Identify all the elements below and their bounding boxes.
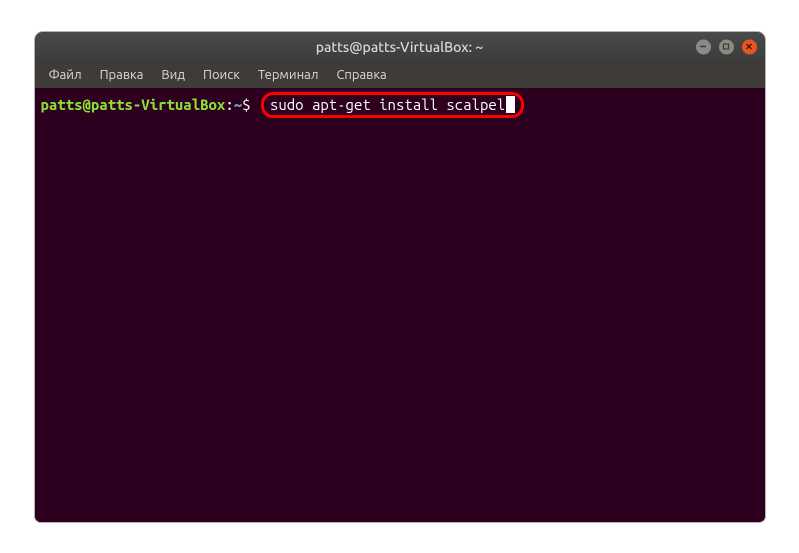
minimize-button[interactable] [696, 39, 711, 54]
prompt-path: ~ [234, 95, 242, 115]
menubar: Файл Правка Вид Поиск Терминал Справка [35, 62, 765, 88]
menu-view[interactable]: Вид [153, 65, 193, 85]
menu-edit[interactable]: Правка [92, 65, 152, 85]
terminal-body[interactable]: patts@patts-VirtualBox:~$ sudo apt-get i… [35, 88, 765, 522]
maximize-button[interactable] [719, 39, 734, 54]
window-title: patts@patts-VirtualBox: ~ [316, 39, 483, 55]
minimize-icon [699, 43, 707, 51]
cursor [506, 96, 515, 113]
command-text: sudo apt-get install scalpel [270, 95, 505, 115]
prompt-line: patts@patts-VirtualBox:~$ sudo apt-get i… [41, 92, 759, 119]
titlebar: patts@patts-VirtualBox: ~ [35, 32, 765, 62]
window-controls [696, 39, 757, 54]
menu-help[interactable]: Справка [328, 65, 394, 85]
prompt-colon: : [225, 95, 233, 115]
maximize-icon [722, 43, 730, 51]
terminal-window: patts@patts-VirtualBox: ~ Файл Правка Ви… [35, 32, 765, 522]
prompt-user-host: patts@patts-VirtualBox [41, 95, 226, 115]
close-button[interactable] [742, 39, 757, 54]
space [251, 95, 259, 115]
menu-terminal[interactable]: Терминал [250, 65, 326, 85]
menu-file[interactable]: Файл [41, 65, 90, 85]
command-highlight: sudo apt-get install scalpel [261, 92, 524, 119]
menu-search[interactable]: Поиск [195, 65, 248, 85]
prompt-symbol: $ [242, 95, 250, 115]
close-icon [745, 43, 753, 51]
